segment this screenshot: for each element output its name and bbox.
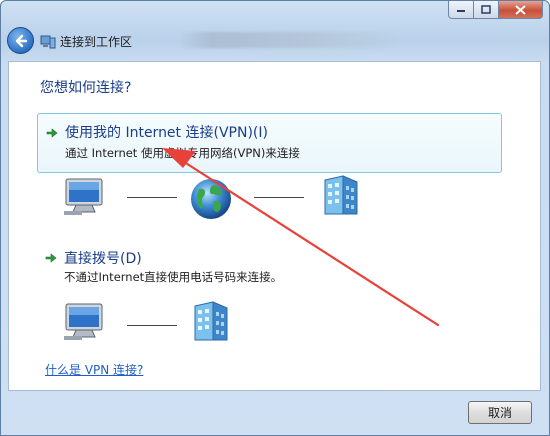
option-dialup-description: 不通过Internet直接使用电话号码来连接。 <box>64 270 283 284</box>
blurred-region <box>179 32 399 48</box>
connection-line <box>254 197 304 198</box>
globe-icon <box>191 179 231 219</box>
workplace-connection-icon <box>40 35 56 49</box>
green-arrow-icon <box>46 128 58 138</box>
option-dialup-title: 直接拨号(D) <box>64 251 142 267</box>
connection-line <box>127 325 177 326</box>
option-vpn[interactable]: 使用我的 Internet 连接(VPN)(I) 通过 Internet 使用虚… <box>37 113 502 173</box>
computer-icon <box>64 178 103 215</box>
help-link-vpn[interactable]: 什么是 VPN 连接? <box>45 361 143 378</box>
option-dialup[interactable]: 直接拨号(D) 不通过Internet直接使用电话号码来连接。 <box>37 245 502 285</box>
page-heading: 您想如何连接? <box>40 80 132 96</box>
back-arrow-icon <box>15 34 28 48</box>
connection-line <box>127 197 177 198</box>
navigation-bar: 连接到工作区 <box>7 27 543 57</box>
minimize-button[interactable] <box>448 1 474 19</box>
office-building-icon <box>324 175 358 215</box>
green-arrow-icon <box>45 253 57 263</box>
back-button[interactable] <box>7 27 34 54</box>
window-title: 连接到工作区 <box>60 35 133 49</box>
maximize-icon <box>481 5 491 14</box>
close-icon <box>515 4 526 15</box>
maximize-button[interactable] <box>474 1 499 19</box>
content-panel: 您想如何连接? 使用我的 Internet 连接(VPN)(I) 通过 Inte… <box>8 61 541 391</box>
option-vpn-title: 使用我的 Internet 连接(VPN)(I) <box>65 125 268 141</box>
caption-buttons <box>448 1 543 19</box>
option-vpn-description: 通过 Internet 使用虚拟专用网络(VPN)来连接 <box>65 146 300 160</box>
cancel-button[interactable]: 取消 <box>468 401 532 424</box>
computer-icon <box>64 303 103 340</box>
dialog-window: 连接到工作区 您想如何连接? 使用我的 Internet 连接(VPN)(I) … <box>0 0 550 436</box>
close-button[interactable] <box>499 1 543 19</box>
minimize-icon <box>457 9 465 12</box>
office-building-icon <box>194 301 228 341</box>
